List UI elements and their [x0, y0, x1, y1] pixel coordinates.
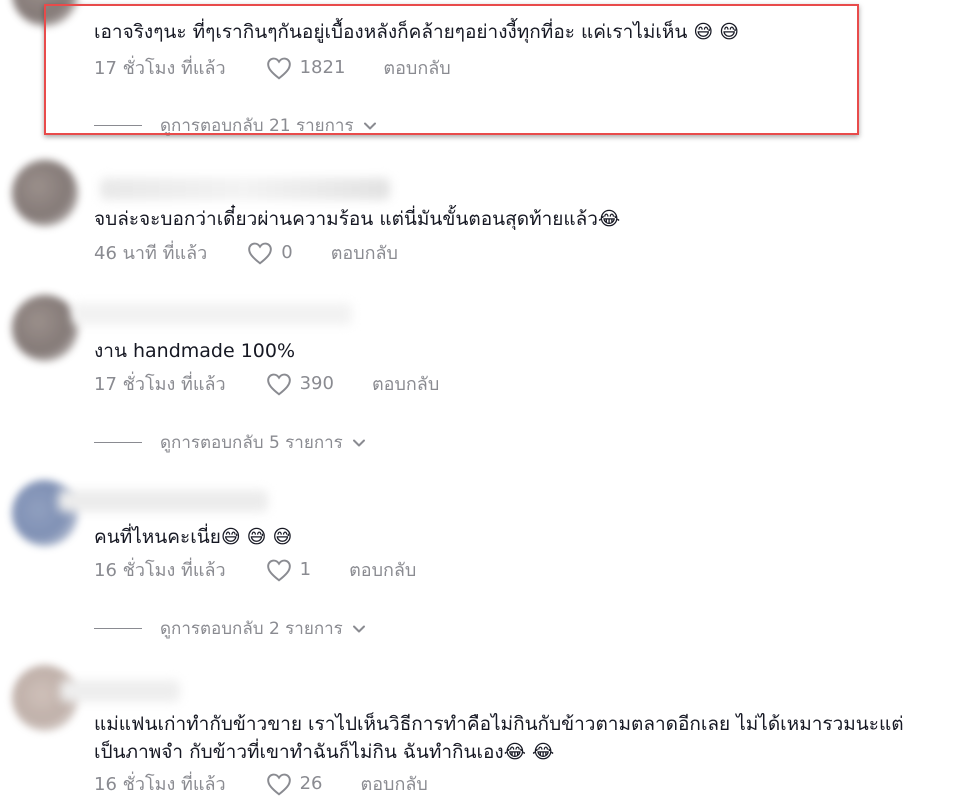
like-button[interactable]: 390	[266, 372, 334, 396]
like-count: 26	[299, 773, 323, 794]
comment-time: 17 ชั่วโมง ที่แล้ว	[94, 58, 226, 79]
avatar[interactable]	[12, 160, 78, 226]
chevron-down-icon	[363, 122, 376, 129]
comment-time: 46 นาที ที่แล้ว	[94, 243, 208, 264]
view-replies-button[interactable]: ดูการตอบกลับ 21 รายการ	[94, 112, 378, 139]
like-button[interactable]: 26	[266, 772, 323, 796]
divider-line	[94, 125, 142, 126]
username-blurred[interactable]	[58, 490, 268, 512]
username-blurred[interactable]	[60, 680, 180, 702]
comment-meta: 16 ชั่วโมง ที่แล้ว 1 ตอบกลับ	[94, 555, 416, 584]
chevron-down-icon	[352, 625, 365, 632]
comment-text: เอาจริงๆนะ ที่ๆเรากินๆกันอยู่เบื้องหลังก…	[94, 21, 740, 43]
like-button[interactable]: 1821	[266, 56, 346, 80]
username-blurred[interactable]	[100, 178, 390, 200]
like-count: 1821	[299, 57, 346, 78]
reply-button[interactable]: ตอบกลับ	[383, 53, 450, 82]
comment-meta: 46 นาที ที่แล้ว 0 ตอบกลับ	[94, 238, 398, 267]
avatar[interactable]	[12, 0, 78, 26]
like-button[interactable]: 1	[266, 558, 311, 582]
reply-button[interactable]: ตอบกลับ	[349, 555, 416, 584]
heart-outline-icon	[248, 242, 273, 265]
comment-text: งาน handmade 100%	[94, 340, 296, 362]
like-button[interactable]: 0	[247, 241, 293, 265]
view-replies-button[interactable]: ดูการตอบกลับ 2 รายการ	[94, 615, 367, 642]
like-count: 390	[299, 373, 334, 394]
chevron-down-icon	[352, 439, 365, 446]
comment-time: 16 ชั่วโมง ที่แล้ว	[94, 560, 226, 581]
username-blurred[interactable]	[72, 303, 352, 325]
comment-meta: 17 ชั่วโมง ที่แล้ว 390 ตอบกลับ	[94, 369, 439, 398]
heart-outline-icon	[266, 373, 291, 396]
view-replies-label: ดูการตอบกลับ 5 รายการ	[160, 433, 343, 453]
reply-button[interactable]: ตอบกลับ	[372, 369, 439, 398]
reply-button[interactable]: ตอบกลับ	[331, 238, 398, 267]
like-count: 1	[299, 559, 312, 580]
reply-button[interactable]: ตอบกลับ	[361, 769, 428, 798]
comment-text: จบล่ะจะบอกว่าเดี๋ยวผ่านความร้อน แต่นี่มั…	[94, 208, 621, 230]
comment-meta: 16 ชั่วโมง ที่แล้ว 26 ตอบกลับ	[94, 769, 428, 798]
comment-time: 17 ชั่วโมง ที่แล้ว	[94, 374, 226, 395]
view-replies-label: ดูการตอบกลับ 21 รายการ	[160, 116, 354, 136]
comment-meta: 17 ชั่วโมง ที่แล้ว 1821 ตอบกลับ	[94, 53, 451, 82]
comment-text: คนที่ไหนคะเนี่ย😅 😅 😅	[94, 526, 293, 548]
heart-outline-icon	[266, 57, 291, 80]
heart-outline-icon	[266, 773, 291, 796]
view-replies-button[interactable]: ดูการตอบกลับ 5 รายการ	[94, 429, 367, 456]
divider-line	[94, 442, 142, 443]
comment-text: เป็นภาพจำ กับข้าวที่เขาทำฉันก็ไม่กิน ฉัน…	[94, 741, 555, 763]
view-replies-label: ดูการตอบกลับ 2 รายการ	[160, 619, 343, 639]
comment-time: 16 ชั่วโมง ที่แล้ว	[94, 774, 226, 795]
avatar[interactable]	[12, 295, 78, 361]
like-count: 0	[281, 242, 293, 263]
heart-outline-icon	[266, 559, 291, 582]
divider-line	[94, 628, 142, 629]
comment-text: แม่แฟนเก่าทำกับข้าวขาย เราไปเห็นวิธีการท…	[94, 713, 904, 735]
